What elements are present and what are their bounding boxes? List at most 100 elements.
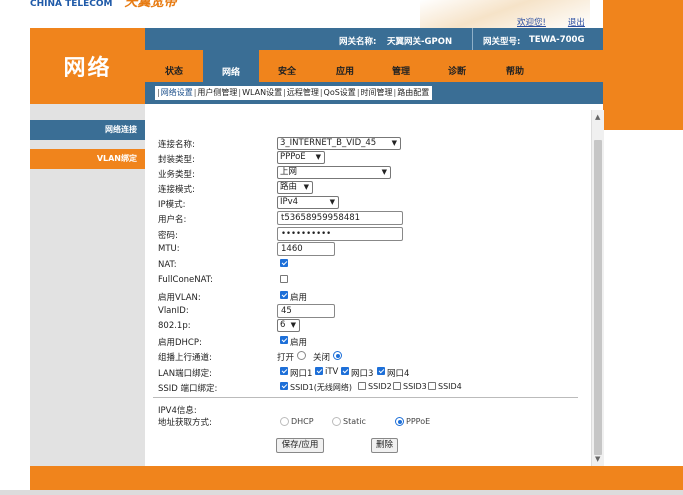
vlan-enable-label: 启用VLAN:: [158, 293, 201, 303]
lan-port1-checkbox[interactable]: [280, 367, 288, 375]
scroll-up-icon[interactable]: ▲: [595, 113, 600, 121]
password-input[interactable]: ••••••••••: [277, 227, 403, 241]
lan-port3-checkbox[interactable]: [341, 367, 349, 375]
ssid1-checkbox[interactable]: [280, 382, 288, 390]
p8021-select[interactable]: 6 ▼: [277, 319, 300, 332]
encap-select[interactable]: PPPoE ▼: [277, 151, 325, 164]
multicast-off-text: 关闭: [313, 353, 331, 363]
ssid2-checkbox[interactable]: [358, 382, 366, 390]
connection-name-select[interactable]: 3_INTERNET_B_VID_45 ▼: [277, 137, 401, 150]
ssid1-text: SSID1(无线网络): [290, 383, 353, 392]
sub-nav: |网络设置|用户侧管理|WLAN设置|远程管理|QoS设置|时间管理|路由配置: [155, 86, 433, 100]
lan-port4-text: 网口4: [387, 369, 410, 379]
lan-port4-checkbox[interactable]: [377, 367, 385, 375]
vlan-enable-text: 启用: [290, 293, 308, 303]
p8021-value: 6: [280, 320, 286, 330]
scroll-down-icon[interactable]: ▼: [595, 455, 600, 463]
multicast-on-text: 打开: [277, 353, 295, 363]
multicast-on-radio[interactable]: [297, 351, 306, 360]
chevron-down-icon: ▼: [290, 321, 296, 329]
tab-application[interactable]: 应用: [325, 63, 365, 82]
logout-link[interactable]: 退出: [568, 18, 585, 28]
subnav-wlan[interactable]: WLAN设置: [241, 88, 283, 97]
fullcone-checkbox[interactable]: [280, 275, 288, 283]
addr-method-label: 地址获取方式:: [158, 418, 212, 428]
logo: CHINA TELECOM 天翼宽带: [30, 0, 220, 10]
subnav-remote[interactable]: 远程管理: [286, 88, 320, 97]
welcome-link[interactable]: 欢迎您!: [517, 18, 546, 28]
vlanid-input[interactable]: 45: [277, 304, 335, 318]
tab-management[interactable]: 管理: [381, 63, 421, 82]
scroll-thumb[interactable]: [594, 140, 602, 455]
encap-value: PPPoE: [280, 152, 306, 162]
header-links: 欢迎您! 退出: [517, 16, 607, 28]
mode-value: 路由: [280, 182, 298, 192]
ssid-bind-label: SSID 端口绑定:: [158, 384, 218, 394]
ssid3-checkbox[interactable]: [393, 382, 401, 390]
gateway-name-value: 天翼网关-GPON: [387, 37, 453, 47]
addr-static-text: Static: [343, 417, 366, 426]
mode-select[interactable]: 路由 ▼: [277, 181, 313, 194]
section-title: 网络: [63, 56, 112, 81]
footer-edge: [0, 490, 683, 495]
mtu-input[interactable]: 1460: [277, 242, 335, 256]
mtu-label: MTU:: [158, 244, 180, 254]
connection-name-label: 连接名称:: [158, 140, 195, 150]
addr-dhcp-text: DHCP: [291, 417, 314, 426]
chevron-down-icon: ▼: [315, 153, 321, 161]
chevron-down-icon: ▼: [303, 183, 309, 191]
sidebar-item-network-connection[interactable]: 网络连接: [30, 120, 145, 140]
ip-mode-select[interactable]: IPv4 ▼: [277, 196, 339, 209]
subnav-route[interactable]: 路由配置: [396, 88, 430, 97]
multicast-label: 组播上行通道:: [158, 353, 212, 363]
chevron-down-icon: ▼: [381, 168, 387, 176]
dhcp-label: 启用DHCP:: [158, 338, 202, 348]
password-label: 密码:: [158, 231, 178, 241]
lan-itv-text: iTV: [325, 367, 339, 377]
addr-static-radio[interactable]: [332, 417, 341, 426]
tab-help[interactable]: 帮助: [495, 63, 535, 82]
tab-network[interactable]: 网络: [203, 50, 259, 82]
fullcone-label: FullConeNAT:: [158, 275, 213, 285]
subnav-network-settings[interactable]: 网络设置: [160, 88, 194, 97]
lan-itv-checkbox[interactable]: [315, 367, 323, 375]
ssid4-checkbox[interactable]: [428, 382, 436, 390]
delete-button[interactable]: 删除: [371, 438, 398, 453]
sidebar-menu: 网络连接 VLAN绑定: [30, 120, 145, 178]
vlan-enable-checkbox[interactable]: [280, 291, 288, 299]
subnav-user-side[interactable]: 用户侧管理: [196, 88, 238, 97]
service-label: 业务类型:: [158, 170, 195, 180]
multicast-off-radio[interactable]: [333, 351, 342, 360]
gateway-model-value: TEWA-700G: [529, 35, 585, 45]
dhcp-checkbox[interactable]: [280, 336, 288, 344]
tab-security[interactable]: 安全: [267, 63, 307, 82]
addr-dhcp-radio[interactable]: [280, 417, 289, 426]
addr-pppoe-radio[interactable]: [395, 417, 404, 426]
footer-band: [30, 466, 603, 490]
subnav-time[interactable]: 时间管理: [360, 88, 394, 97]
encap-label: 封装类型:: [158, 155, 195, 165]
chevron-down-icon: ▼: [329, 198, 335, 206]
brand-text: 天翼宽带: [124, 0, 177, 10]
ipv4-info-label: IPV4信息:: [158, 406, 197, 416]
gateway-model-label: 网关型号:: [483, 37, 521, 47]
service-value: 上网: [280, 167, 298, 177]
mode-label: 连接模式:: [158, 185, 195, 195]
vlanid-label: VlanID:: [158, 306, 189, 316]
ssid2-text: SSID2: [368, 382, 392, 391]
gateway-name-label: 网关名称:: [339, 37, 377, 47]
tab-diagnostics[interactable]: 诊断: [437, 63, 477, 82]
infobar-divider: [472, 28, 473, 50]
ssid4-text: SSID4: [438, 382, 462, 391]
username-input[interactable]: t53658959958481: [277, 211, 403, 225]
nat-checkbox[interactable]: [280, 259, 288, 267]
subnav-qos[interactable]: QoS设置: [323, 88, 357, 97]
section-divider: [153, 397, 578, 398]
tab-status[interactable]: 状态: [155, 63, 193, 82]
sidebar-item-vlan-binding[interactable]: VLAN绑定: [30, 149, 145, 169]
service-select[interactable]: 上网 ▼: [277, 166, 391, 179]
save-apply-button[interactable]: 保存/应用: [276, 438, 324, 453]
scrollbar[interactable]: ▲ ▼: [591, 110, 604, 466]
dhcp-enable-text: 启用: [290, 338, 308, 348]
connection-name-value: 3_INTERNET_B_VID_45: [280, 138, 377, 148]
